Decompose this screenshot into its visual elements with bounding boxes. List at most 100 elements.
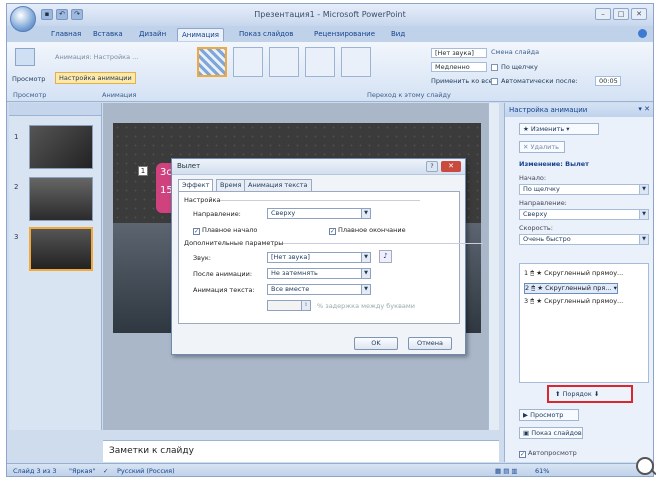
direction-combo[interactable]: Сверху ▼ — [519, 209, 649, 220]
apply-all-button[interactable]: Применить ко всем — [431, 77, 498, 85]
title-bar: ▪ ↶ ↷ Презентация1 - Microsoft PowerPoin… — [7, 4, 653, 32]
animation-item[interactable]: 1 🖱 ★ Скругленный прямоу... — [524, 269, 623, 278]
star-icon: ★ — [523, 125, 531, 133]
thumb-number: 3 — [14, 233, 19, 241]
transition-item[interactable] — [341, 47, 371, 77]
autopreview-checkbox[interactable]: ✓ Автопросмотр — [519, 449, 577, 458]
letter-delay-input[interactable]: ⇕ — [267, 300, 311, 311]
play-label: Просмотр — [530, 411, 564, 419]
start-combo[interactable]: По щелчку ▼ — [519, 184, 649, 195]
minimize-button[interactable]: – — [595, 8, 611, 20]
view-buttons[interactable]: ▦ ▤ ▥ — [495, 467, 518, 475]
play-button[interactable]: ▶ Просмотр — [519, 409, 579, 421]
tab-text-animation[interactable]: Анимация текста — [244, 179, 312, 191]
office-button[interactable] — [10, 6, 36, 32]
cancel-button[interactable]: Отмена — [408, 337, 452, 350]
dialog-title: Вылет — [172, 159, 465, 175]
change-label: Изменение: Вылет — [519, 160, 589, 168]
slide-thumbnail[interactable] — [29, 125, 93, 169]
tab-home[interactable]: Главная — [47, 28, 85, 40]
window-controls: – □ ✕ — [595, 8, 647, 20]
thumb-number: 2 — [14, 183, 19, 191]
slides-pane-tabs[interactable] — [9, 103, 101, 116]
chevron-down-icon: ▼ — [361, 209, 370, 218]
auto-after-label: Автоматически после: — [501, 77, 578, 85]
change-effect-button[interactable]: ★ Изменить ▾ — [519, 123, 599, 135]
autopreview-label: Автопросмотр — [528, 449, 577, 457]
effect-options-dialog: Вылет ? ✕ Эффект Время Анимация текста Н… — [171, 158, 485, 355]
speed-combo[interactable]: Очень быстро ▼ — [519, 234, 649, 245]
on-click-checkbox[interactable]: По щелчку — [491, 63, 538, 71]
tab-animation[interactable]: Анимация — [177, 28, 225, 41]
custom-animation-button[interactable]: Настройка анимации — [55, 72, 136, 84]
close-window-button[interactable]: ✕ — [631, 8, 647, 20]
speaker-icon[interactable]: ♪ — [379, 250, 392, 263]
help-icon[interactable]: ? — [426, 161, 438, 172]
ribbon: Просмотр Анимация: Настройка ... Настрой… — [7, 42, 653, 102]
delete-icon: ✕ — [523, 143, 531, 151]
transition-item[interactable] — [197, 47, 227, 77]
move-down-icon[interactable]: ⬇ — [594, 390, 599, 398]
direction-label: Направление: — [519, 199, 567, 207]
sound-combo[interactable]: [Нет звука] — [431, 48, 487, 58]
text-animation-value: Все вместе — [271, 285, 310, 293]
item-number: 2 — [525, 284, 530, 292]
animation-item-selected[interactable]: 2 🖱 ★ Скругленный пря... ▾ — [524, 283, 618, 294]
chevron-down-icon: ▼ — [639, 210, 648, 219]
direction-select[interactable]: Сверху ▼ — [267, 208, 371, 219]
preview-button[interactable]: Просмотр — [12, 75, 45, 83]
zoom-level[interactable]: 61% — [535, 467, 549, 475]
star-icon: ★ — [536, 297, 543, 305]
smooth-end-checkbox[interactable]: ✓ Плавное окончание — [329, 226, 406, 235]
tab-insert[interactable]: Вставка — [89, 28, 127, 40]
transition-item[interactable] — [305, 47, 335, 77]
delete-effect-button[interactable]: ✕ Удалить — [519, 141, 565, 153]
notes-field[interactable]: Заметки к слайду — [103, 440, 499, 462]
ok-button[interactable]: OK — [354, 337, 398, 350]
direction-value: Сверху — [523, 210, 548, 218]
animation-order-tag: 1 — [138, 166, 148, 176]
tab-view[interactable]: Вид — [387, 28, 409, 40]
start-value: По щелчку — [523, 185, 560, 193]
slide-thumbnail[interactable] — [29, 177, 93, 221]
mouse-icon: 🖱 — [530, 269, 535, 277]
transition-item[interactable] — [269, 47, 299, 77]
chevron-down-icon: ▼ — [639, 235, 648, 244]
tab-slideshow[interactable]: Показ слайдов — [235, 28, 297, 40]
change-effect-label: Изменить — [530, 125, 565, 133]
speed-value: Очень быстро — [523, 235, 571, 243]
star-icon: ★ — [537, 284, 544, 292]
chevron-down-icon: ▼ — [361, 253, 370, 262]
sound-label: Звук: — [193, 254, 211, 262]
auto-time-input[interactable]: 00:05 — [595, 76, 621, 86]
speed-combo[interactable]: Медленно — [431, 62, 487, 72]
after-animation-select[interactable]: Не затемнять ▼ — [267, 268, 371, 279]
theme-name: "Яркая" — [69, 467, 96, 475]
move-up-icon[interactable]: ⬆ — [555, 390, 563, 398]
tab-timing[interactable]: Время — [216, 179, 246, 191]
start-label: Начало: — [519, 174, 547, 182]
slide-thumbnail-selected[interactable] — [29, 227, 93, 271]
smooth-start-checkbox[interactable]: ✓ Плавное начало — [193, 226, 257, 235]
maximize-button[interactable]: □ — [613, 8, 629, 20]
animation-item[interactable]: 3 🖱 ★ Скругленный прямоу... — [524, 297, 623, 306]
transition-item[interactable] — [233, 47, 263, 77]
slideshow-icon: ▣ — [523, 429, 532, 437]
mouse-icon: 🖱 — [531, 284, 536, 292]
transition-gallery — [197, 47, 393, 85]
close-icon[interactable]: ▾ ✕ — [638, 105, 650, 113]
auto-after-checkbox[interactable]: Автоматически после: — [491, 77, 578, 85]
close-icon[interactable]: ✕ — [441, 161, 461, 172]
preview-icon[interactable] — [15, 48, 35, 66]
vertical-scrollbar[interactable] — [488, 103, 499, 430]
help-icon[interactable] — [638, 29, 647, 38]
tab-design[interactable]: Дизайн — [135, 28, 170, 40]
tab-review[interactable]: Рецензирование — [310, 28, 379, 40]
animation-combo[interactable]: Анимация: Настройка ... — [55, 53, 138, 61]
sound-select[interactable]: [Нет звука] ▼ — [267, 252, 371, 263]
thumb-number: 1 — [14, 133, 19, 141]
text-animation-select[interactable]: Все вместе ▼ — [267, 284, 371, 295]
custom-animation-pane: Настройка анимации ▾ ✕ ★ Изменить ▾ ✕ Уд… — [504, 103, 653, 462]
spellcheck-icon[interactable]: ✓ — [103, 467, 108, 475]
slideshow-button[interactable]: ▣ Показ слайдов — [519, 427, 583, 439]
